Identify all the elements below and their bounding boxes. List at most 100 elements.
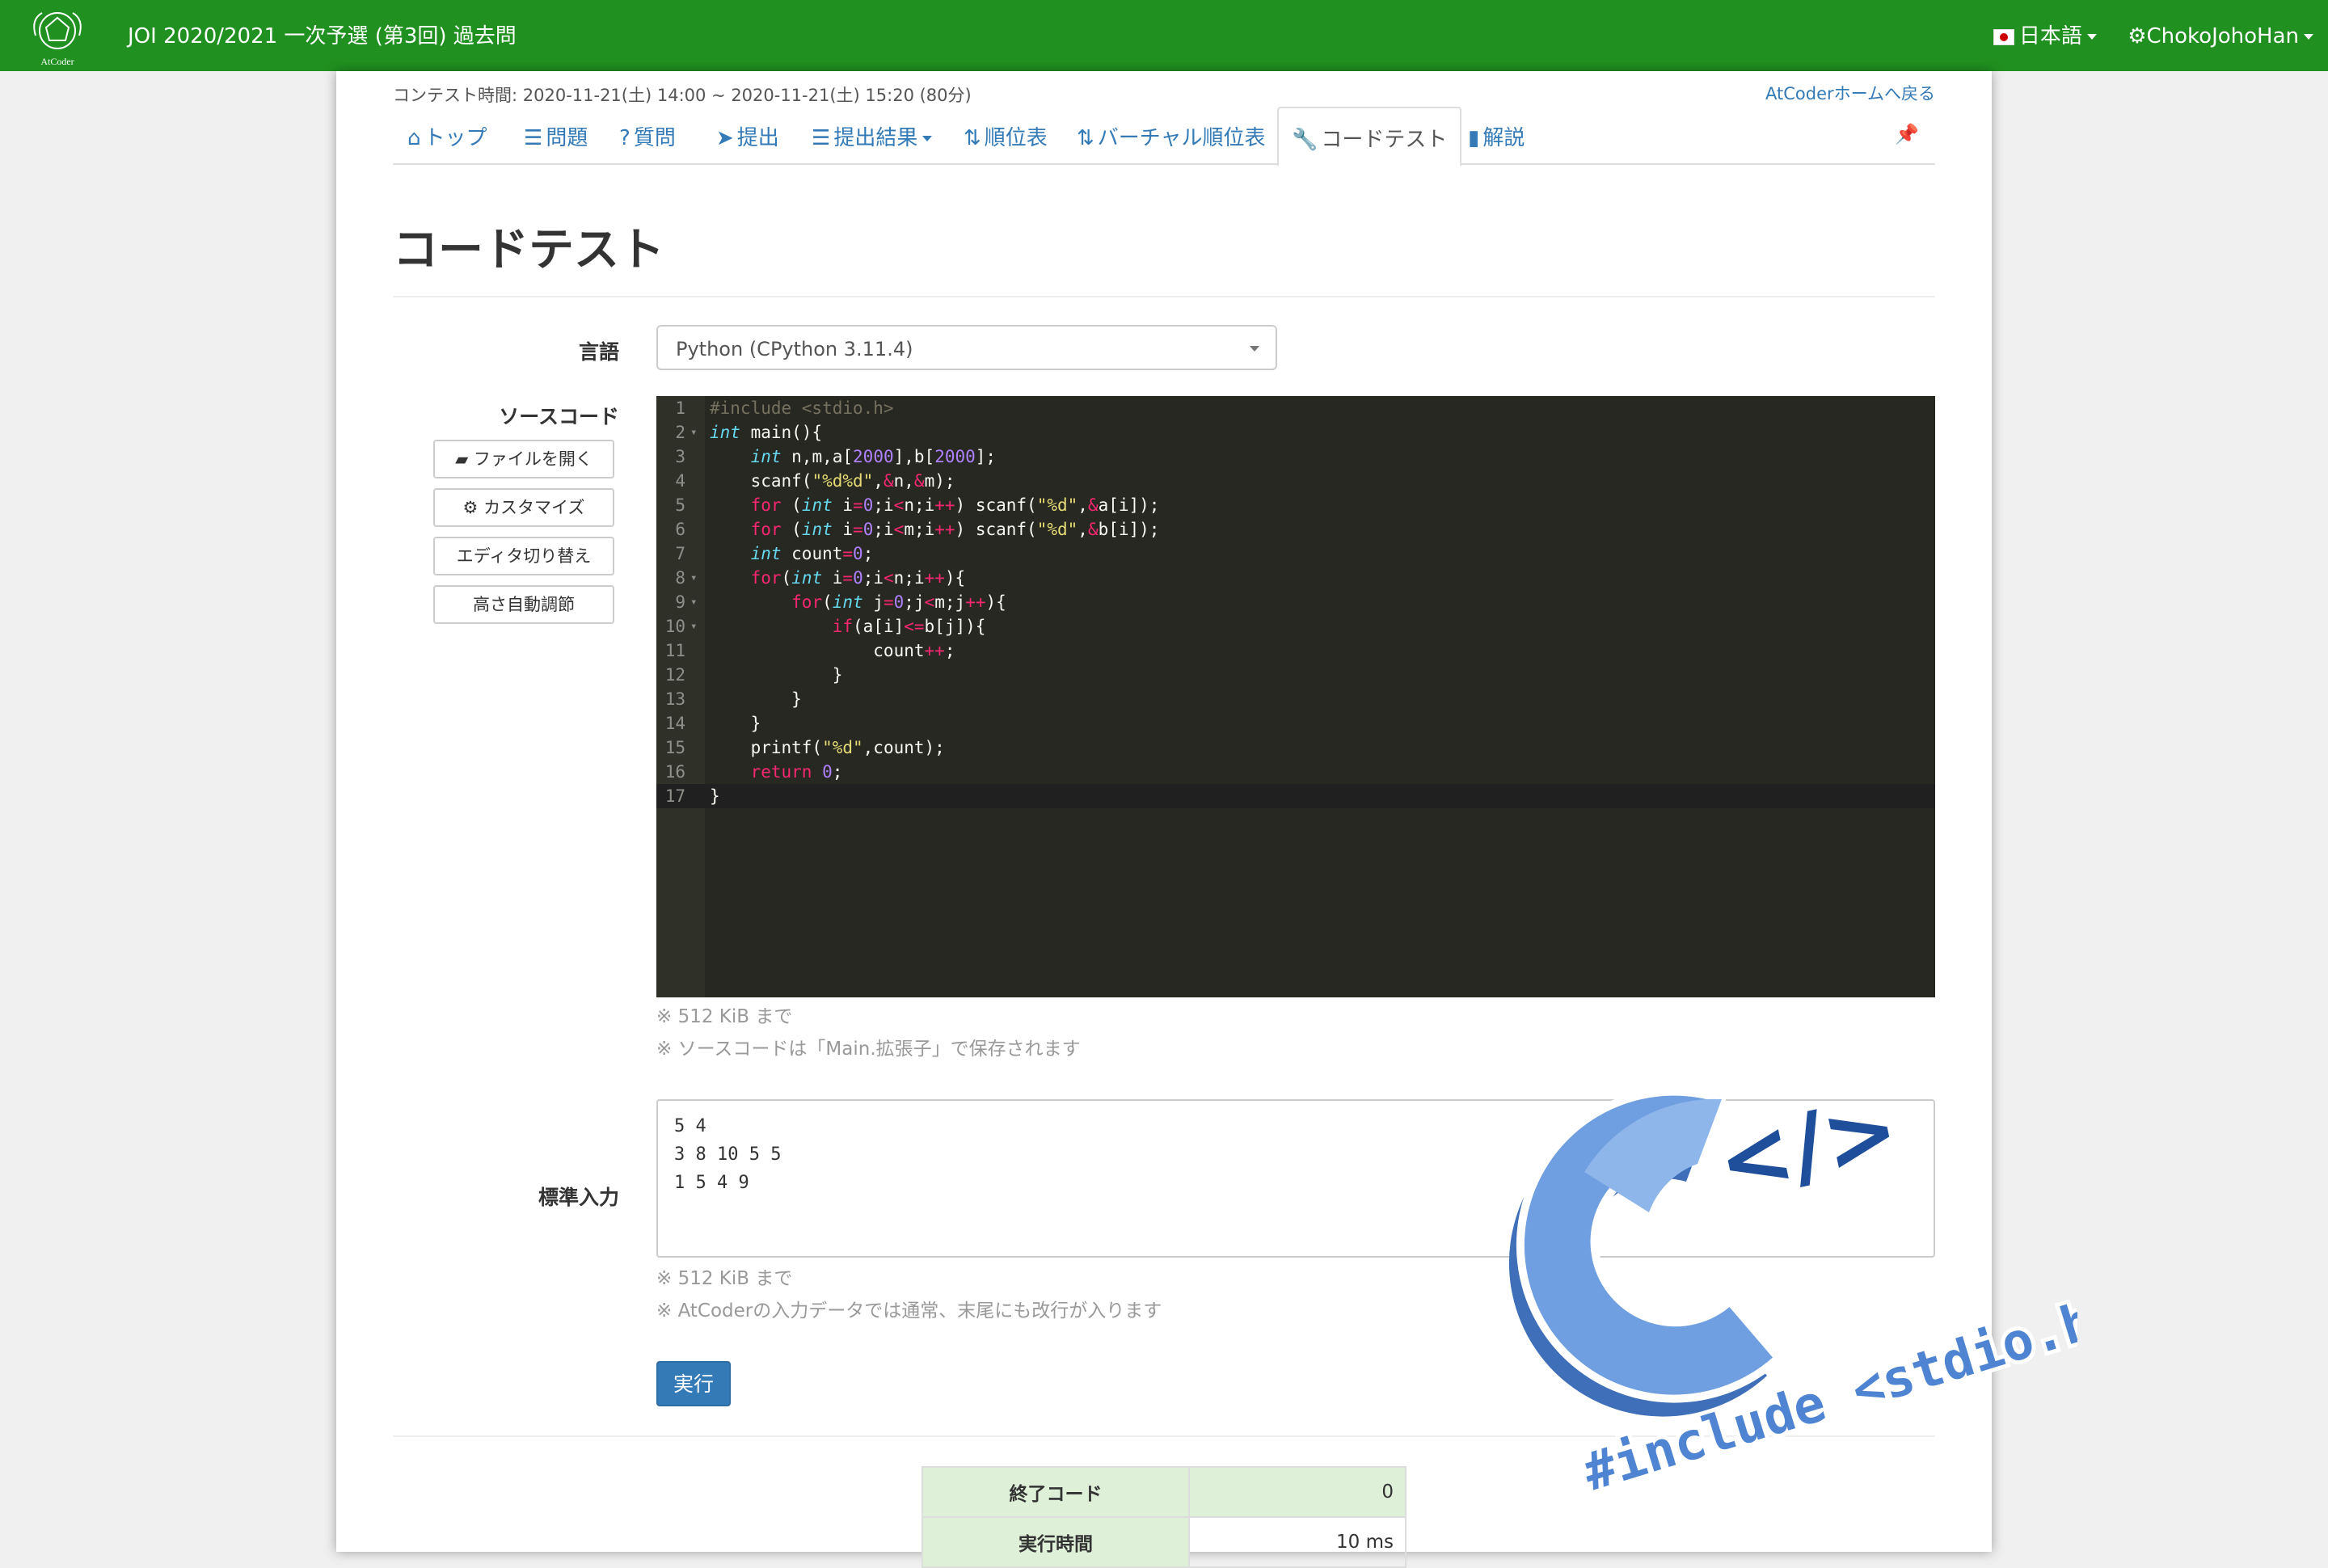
home-icon: ⌂ — [407, 126, 421, 150]
c-language-sticker: </> #include <stdio.h> — [1508, 1074, 2077, 1495]
line-number: 3 — [675, 447, 685, 466]
code-tag-icon: </> — [1709, 1077, 1908, 1216]
source-size-note: ※ 512 KiB まで — [656, 1006, 793, 1027]
tab-submit[interactable]: ➤ 提出 — [716, 107, 779, 163]
fold-icon[interactable]: ▾ — [690, 566, 697, 590]
code-line: 2 ▾ int main(){ — [656, 420, 1935, 445]
sort-icon: ⇅ — [964, 126, 981, 150]
line-number: 16 — [664, 762, 685, 782]
nav-right: 日本語 ⚙ChokoJohoHan — [1969, 19, 2313, 49]
code-text: #include <stdio.h> — [710, 398, 894, 418]
tab-editorial[interactable]: ▮ 解説 — [1468, 107, 1525, 163]
line-number: 5 — [675, 495, 685, 515]
code-line: 13 } — [656, 687, 1935, 711]
code-line: 9 ▾ for(int j=0;j<m;j++){ — [656, 590, 1935, 614]
source-label: ソースコード — [499, 405, 619, 428]
contest-tabs: ⌂ トップ ☰ 問題 ? 質問 ➤ 提出 ☰ 提出結果 ⇅ 順位表 ⇅ バーチャル順位表 🔧 コ… — [393, 107, 1935, 166]
user-dropdown[interactable]: ⚙ChokoJohoHan — [2128, 24, 2313, 48]
line-number: 17 — [664, 786, 685, 806]
code-text: int n,m,a[2000],b[2000]; — [750, 447, 997, 466]
line-number: 14 — [664, 714, 685, 733]
code-text: for(int j=0;j<m;j++){ — [791, 592, 1006, 612]
fold-icon[interactable]: ▾ — [690, 614, 697, 639]
code-text: if(a[i]<=b[j]){ — [832, 617, 986, 636]
language-dropdown[interactable]: 日本語 — [1993, 19, 2097, 49]
result-table: 終了コード 0 実行時間 10 ms — [922, 1466, 1406, 1568]
tab-top[interactable]: ⌂ トップ — [407, 107, 487, 163]
pin-icon[interactable]: 📌 — [1895, 123, 1919, 145]
language-label: 言語 — [578, 340, 619, 364]
switch-editor-button[interactable]: エディタ切り替え — [433, 537, 614, 575]
svg-text:AtCoder: AtCoder — [40, 56, 74, 67]
customize-button[interactable]: ⚙ カスタマイズ — [433, 488, 614, 527]
page-title: コードテスト — [393, 224, 664, 276]
question-icon: ? — [619, 126, 630, 150]
code-line: 6 for (int i=0;i<m;i++) scanf("%d",&b[i]… — [656, 517, 1935, 542]
code-text: printf("%d",count); — [710, 738, 945, 757]
run-button[interactable]: 実行 — [656, 1361, 731, 1406]
contest-title[interactable]: JOI 2020/2021 一次予選 (第3回) 過去問 — [128, 19, 517, 49]
code-line: 17} — [656, 784, 1935, 808]
code-text: return 0; — [750, 762, 843, 782]
line-number: 7 — [675, 544, 685, 563]
user-name: ChokoJohoHan — [2146, 24, 2300, 48]
exec-time-label: 実行時間 — [922, 1516, 1190, 1568]
stdin-size-note: ※ 512 KiB まで — [656, 1268, 793, 1289]
code-line: 12 } — [656, 663, 1935, 687]
tab-custom-test[interactable]: 🔧 コードテスト — [1277, 107, 1462, 166]
code-text: for (int i=0;i<n;i++) scanf("%d",&a[i]); — [750, 495, 1160, 515]
code-text: } — [710, 689, 802, 709]
exec-time-value: 10 ms — [1188, 1516, 1406, 1568]
code-text: count++; — [710, 641, 955, 660]
line-number: 1 — [675, 398, 685, 418]
language-label: 日本語 — [2018, 24, 2082, 48]
code-text: for(int i=0;i<n;i++){ — [750, 568, 966, 588]
table-row: 実行時間 10 ms — [922, 1516, 1406, 1568]
code-line: 16 return 0; — [656, 760, 1935, 784]
chevron-down-icon — [922, 136, 933, 141]
line-number: 11 — [664, 641, 685, 660]
code-editor[interactable]: 1 #include <stdio.h> 2 ▾ int main(){ 3 int n,… — [656, 396, 1935, 997]
folder-icon: ▰ — [455, 449, 474, 469]
code-line: 5 for (int i=0;i<n;i++) scanf("%d",&a[i]… — [656, 493, 1935, 517]
line-number: 10 — [664, 617, 685, 636]
chevron-down-icon — [2086, 34, 2097, 40]
divider — [393, 296, 1935, 297]
tab-tasks[interactable]: ☰ 問題 — [524, 107, 588, 163]
code-line: 10 ▾ if(a[i]<=b[j]){ — [656, 614, 1935, 639]
back-to-home-link[interactable]: AtCoderホームへ戻る — [1765, 81, 1935, 105]
code-text: for (int i=0;i<m;i++) scanf("%d",&b[i]); — [750, 520, 1160, 539]
fold-icon[interactable]: ▾ — [690, 420, 697, 445]
table-row: 終了コード 0 — [922, 1466, 1406, 1518]
tab-clarifications[interactable]: ? 質問 — [619, 107, 676, 163]
code-line: 8 ▾ for(int i=0;i<n;i++){ — [656, 566, 1935, 590]
open-file-button[interactable]: ▰ ファイルを開く — [433, 440, 614, 478]
contest-time: コンテスト時間: 2020-11-21(土) 14:00 ~ 2020-11-2… — [393, 86, 972, 105]
atcoder-logo[interactable]: AtCoder — [19, 3, 95, 68]
line-number: 4 — [675, 471, 685, 491]
language-value: Python (CPython 3.11.4) — [676, 338, 913, 360]
language-select[interactable]: Python (CPython 3.11.4) — [656, 325, 1277, 370]
tab-virtual-standings[interactable]: ⇅ バーチャル順位表 — [1077, 107, 1266, 163]
code-text: } — [710, 665, 843, 685]
code-line: 15 printf("%d",count); — [656, 736, 1935, 760]
line-number: 9 — [675, 592, 685, 612]
code-text: scanf("%d%d",&n,&m); — [710, 471, 955, 491]
code-line: 1 #include <stdio.h> — [656, 396, 1935, 420]
tab-standings[interactable]: ⇅ 順位表 — [964, 107, 1048, 163]
line-number: 6 — [675, 520, 685, 539]
code-line: 14 } — [656, 711, 1935, 736]
tab-submissions[interactable]: ☰ 提出結果 — [812, 107, 933, 163]
gear-icon: ⚙ — [2128, 24, 2147, 48]
fold-icon[interactable]: ▾ — [690, 590, 697, 614]
navbar: AtCoder JOI 2020/2021 一次予選 (第3回) 過去問 日本語… — [0, 0, 2328, 71]
line-number: 8 — [675, 568, 685, 588]
auto-height-button[interactable]: 高さ自動調節 — [433, 585, 614, 624]
book-icon: ▮ — [1468, 126, 1480, 150]
code-text: } — [710, 786, 720, 806]
code-line: 4 scanf("%d%d",&n,&m); — [656, 469, 1935, 493]
exit-code-label: 終了コード — [922, 1466, 1190, 1518]
wrench-icon: 🔧 — [1292, 128, 1318, 152]
line-number: 13 — [664, 689, 685, 709]
send-icon: ➤ — [716, 126, 734, 150]
